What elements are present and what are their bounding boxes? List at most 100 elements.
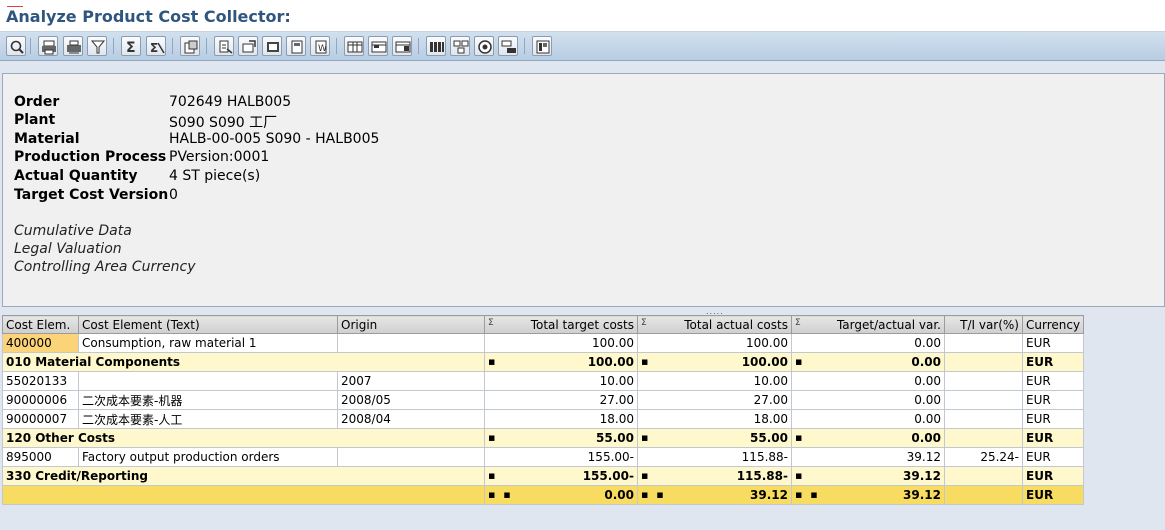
- cost-element-text-cell[interactable]: Consumption, raw material 1: [78, 333, 338, 353]
- currency-cell[interactable]: EUR: [1021, 466, 1085, 486]
- currency-cell[interactable]: EUR: [1021, 390, 1085, 410]
- column-header-total-target-costs[interactable]: Σ Total target costs: [484, 315, 638, 334]
- origin-cell[interactable]: [337, 447, 485, 467]
- currency-cell[interactable]: EUR: [1021, 485, 1085, 505]
- column-header-target-actual-var[interactable]: Σ Target/actual var.: [791, 315, 945, 334]
- cost-elem-cell[interactable]: 895000: [2, 447, 79, 467]
- subtotal-button[interactable]: Σ: [146, 36, 166, 56]
- cost-display-button[interactable]: [450, 36, 470, 56]
- variance-pct-cell[interactable]: [944, 466, 1023, 486]
- target-costs-cell[interactable]: 155.00-: [484, 447, 638, 467]
- origin-cell[interactable]: 2008/04: [337, 409, 485, 429]
- variance-cell[interactable]: 0.00: [791, 409, 945, 429]
- total-row[interactable]: ▪ ▪ 0.00 ▪ ▪ 39.12 ▪ ▪ 39.12 EUR: [2, 485, 1085, 505]
- table-row[interactable]: 90000006 二次成本要素-机器 2008/05 27.00 27.00 0.00 EU…: [2, 390, 1085, 410]
- subtotal-row[interactable]: 120 Other Costs ▪ 55.00 ▪ 55.00 ▪ 0.00 EUR: [2, 428, 1085, 448]
- variance-cell[interactable]: 39.12: [791, 447, 945, 467]
- cost-element-text-cell[interactable]: [78, 371, 338, 391]
- graphics-button[interactable]: [180, 36, 200, 56]
- actual-costs-cell[interactable]: 18.00: [637, 409, 792, 429]
- variance-pct-cell[interactable]: [944, 371, 1023, 391]
- group-label-cell[interactable]: 010 Material Components: [2, 352, 485, 372]
- currency-cell[interactable]: EUR: [1021, 428, 1085, 448]
- column-header-total-actual-costs[interactable]: Σ Total actual costs: [637, 315, 792, 334]
- drilldown-button[interactable]: [474, 36, 494, 56]
- variance-cell[interactable]: ▪ 0.00: [791, 352, 945, 372]
- sum-button[interactable]: Σ: [121, 36, 141, 56]
- cost-element-text-cell[interactable]: 二次成本要素-人工: [78, 409, 338, 429]
- word-processing-button[interactable]: W: [310, 36, 330, 56]
- currency-cell[interactable]: EUR: [1021, 352, 1085, 372]
- local-file-button[interactable]: [286, 36, 306, 56]
- filter-button[interactable]: [87, 36, 107, 56]
- table-row[interactable]: 90000007 二次成本要素-人工 2008/04 18.00 18.00 0.00 EU…: [2, 409, 1085, 429]
- currency-cell[interactable]: EUR: [1021, 447, 1085, 467]
- variance-pct-cell[interactable]: [944, 352, 1023, 372]
- settings-button[interactable]: [498, 36, 518, 56]
- change-layout-button[interactable]: [344, 36, 364, 56]
- group-label-cell[interactable]: 120 Other Costs: [2, 428, 485, 448]
- export-button[interactable]: [214, 36, 234, 56]
- variance-cell[interactable]: 0.00: [791, 371, 945, 391]
- cost-elem-cell[interactable]: 90000007: [2, 409, 79, 429]
- target-costs-cell[interactable]: ▪ 155.00-: [484, 466, 638, 486]
- target-costs-cell[interactable]: 27.00: [484, 390, 638, 410]
- subtotal-row[interactable]: 010 Material Components ▪ 100.00 ▪ 100.00 ▪ 0.…: [2, 352, 1085, 372]
- cost-element-text-cell[interactable]: Factory output production orders: [78, 447, 338, 467]
- cost-element-text-cell[interactable]: 二次成本要素-机器: [78, 390, 338, 410]
- target-costs-cell[interactable]: ▪ ▪ 0.00: [484, 485, 638, 505]
- target-costs-cell[interactable]: 10.00: [484, 371, 638, 391]
- actual-costs-cell[interactable]: 115.88-: [637, 447, 792, 467]
- column-header-cost-elem[interactable]: Cost Elem.: [2, 315, 79, 334]
- table-row[interactable]: 400000 Consumption, raw material 1 100.00 1…: [2, 333, 1085, 353]
- currency-cell[interactable]: EUR: [1021, 333, 1085, 353]
- table-row[interactable]: 55020133 2007 10.00 10.00 0.00 EUR: [2, 371, 1085, 391]
- group-label-cell[interactable]: 330 Credit/Reporting: [2, 466, 485, 486]
- column-header-cost-element-text[interactable]: Cost Element (Text): [78, 315, 338, 334]
- columns-button[interactable]: [426, 36, 446, 56]
- print-button[interactable]: [38, 36, 58, 56]
- actual-costs-cell[interactable]: 27.00: [637, 390, 792, 410]
- variance-cell[interactable]: 0.00: [791, 390, 945, 410]
- actual-costs-cell[interactable]: ▪ 55.00: [637, 428, 792, 448]
- subtotal-row[interactable]: 330 Credit/Reporting ▪ 155.00- ▪ 115.88- ▪ 39.…: [2, 466, 1085, 486]
- variance-pct-cell[interactable]: [944, 333, 1023, 353]
- cost-elem-cell[interactable]: 55020133: [2, 371, 79, 391]
- actual-costs-cell[interactable]: 100.00: [637, 333, 792, 353]
- mail-button[interactable]: [262, 36, 282, 56]
- group-label-cell[interactable]: [2, 485, 485, 505]
- variance-cell[interactable]: ▪ 39.12: [791, 466, 945, 486]
- variance-pct-cell[interactable]: [944, 390, 1023, 410]
- details-button[interactable]: [6, 36, 26, 56]
- splitter-handle[interactable]: .....: [0, 307, 1165, 316]
- send-button[interactable]: [238, 36, 258, 56]
- info-button[interactable]: [532, 36, 552, 56]
- target-costs-cell[interactable]: 100.00: [484, 333, 638, 353]
- actual-costs-cell[interactable]: ▪ ▪ 39.12: [637, 485, 792, 505]
- variance-cell[interactable]: ▪ 0.00: [791, 428, 945, 448]
- actual-costs-cell[interactable]: ▪ 100.00: [637, 352, 792, 372]
- variance-pct-cell[interactable]: [944, 428, 1023, 448]
- origin-cell[interactable]: [337, 333, 485, 353]
- cost-elem-cell[interactable]: 90000006: [2, 390, 79, 410]
- actual-costs-cell[interactable]: 10.00: [637, 371, 792, 391]
- variance-cell[interactable]: 0.00: [791, 333, 945, 353]
- actual-costs-cell[interactable]: ▪ 115.88-: [637, 466, 792, 486]
- select-layout-button[interactable]: [368, 36, 388, 56]
- variance-pct-cell[interactable]: [944, 409, 1023, 429]
- cost-elem-cell[interactable]: 400000: [2, 333, 79, 353]
- currency-cell[interactable]: EUR: [1021, 371, 1085, 391]
- origin-cell[interactable]: 2008/05: [337, 390, 485, 410]
- currency-cell[interactable]: EUR: [1021, 409, 1085, 429]
- variance-pct-cell[interactable]: 25.24-: [944, 447, 1023, 467]
- variance-cell[interactable]: ▪ ▪ 39.12: [791, 485, 945, 505]
- column-header-origin[interactable]: Origin: [337, 315, 485, 334]
- variance-pct-cell[interactable]: [944, 485, 1023, 505]
- target-costs-cell[interactable]: ▪ 55.00: [484, 428, 638, 448]
- column-header-currency[interactable]: Currency: [1021, 315, 1085, 334]
- save-layout-button[interactable]: [392, 36, 412, 56]
- origin-cell[interactable]: 2007: [337, 371, 485, 391]
- column-header-ti-var-pct[interactable]: T/I var(%): [944, 315, 1023, 334]
- print-preview-button[interactable]: [63, 36, 83, 56]
- target-costs-cell[interactable]: ▪ 100.00: [484, 352, 638, 372]
